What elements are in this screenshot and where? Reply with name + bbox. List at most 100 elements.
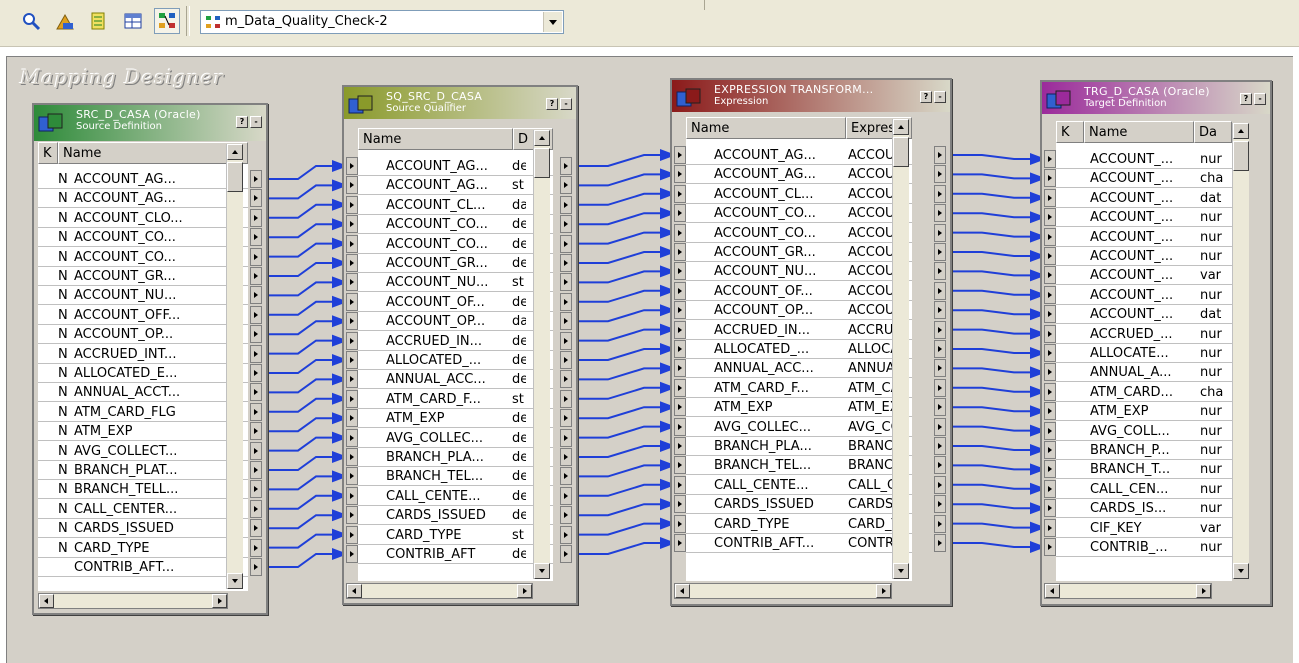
input-port-arrow-icon[interactable] [346, 195, 358, 214]
output-port-arrow-icon[interactable] [250, 402, 262, 421]
input-port-arrow-icon[interactable] [1044, 479, 1056, 498]
target-column-header-1[interactable]: Name [1084, 121, 1194, 143]
input-port-arrow-icon[interactable] [1044, 402, 1056, 421]
scroll-left-icon[interactable] [675, 584, 690, 598]
source-qualifier-vertical-scrollbar[interactable] [533, 130, 550, 579]
minimize-icon[interactable]: - [1254, 93, 1266, 105]
input-port-arrow-icon[interactable] [346, 292, 358, 311]
scroll-up-icon[interactable] [893, 119, 909, 135]
scroll-right-icon[interactable] [212, 594, 227, 608]
output-port-arrow-icon[interactable] [560, 525, 572, 544]
target-column-header-2[interactable]: Da [1194, 121, 1232, 143]
output-port-arrow-icon[interactable] [250, 344, 262, 363]
output-port-arrow-icon[interactable] [560, 157, 572, 175]
transformation-developer-button[interactable] [86, 8, 112, 34]
input-port-arrow-icon[interactable] [674, 165, 686, 184]
mapplet-designer-button[interactable] [120, 8, 146, 34]
target-designer-button[interactable] [52, 8, 78, 34]
output-port-arrow-icon[interactable] [934, 495, 946, 514]
input-port-arrow-icon[interactable] [1044, 324, 1056, 343]
output-port-arrow-icon[interactable] [560, 351, 572, 369]
help-icon[interactable]: ? [236, 116, 248, 128]
expression-titlebar[interactable]: EXPRESSION TRANSFORM... Expression? - [672, 80, 950, 112]
input-port-arrow-icon[interactable] [674, 456, 686, 475]
output-port-arrow-icon[interactable] [560, 331, 572, 350]
scroll-right-icon[interactable] [876, 584, 891, 598]
help-icon[interactable]: ? [546, 98, 558, 110]
minimize-icon[interactable]: - [934, 91, 946, 103]
scroll-down-icon[interactable] [893, 563, 909, 579]
output-port-arrow-icon[interactable] [560, 409, 572, 428]
input-port-arrow-icon[interactable] [346, 234, 358, 253]
output-port-arrow-icon[interactable] [560, 273, 572, 292]
output-port-arrow-icon[interactable] [250, 364, 262, 382]
expression-horizontal-scrollbar[interactable] [674, 583, 892, 599]
help-icon[interactable]: ? [920, 91, 932, 103]
scroll-thumb[interactable] [534, 148, 550, 178]
scroll-up-icon[interactable] [534, 130, 550, 146]
target-horizontal-scrollbar[interactable] [1044, 583, 1212, 599]
minimize-icon[interactable]: - [560, 98, 572, 110]
mapping-designer-button[interactable] [154, 8, 180, 34]
output-port-arrow-icon[interactable] [250, 189, 262, 208]
scroll-left-icon[interactable] [1045, 584, 1060, 598]
output-port-arrow-icon[interactable] [560, 176, 572, 195]
input-port-arrow-icon[interactable] [346, 351, 358, 369]
output-port-arrow-icon[interactable] [560, 486, 572, 505]
input-port-arrow-icon[interactable] [346, 467, 358, 486]
source-qualifier-horizontal-scrollbar[interactable] [346, 583, 533, 599]
output-port-arrow-icon[interactable] [934, 184, 946, 203]
output-port-arrow-icon[interactable] [250, 461, 262, 479]
scroll-left-icon[interactable] [347, 584, 362, 598]
output-port-arrow-icon[interactable] [250, 228, 262, 247]
output-port-arrow-icon[interactable] [560, 292, 572, 311]
input-port-arrow-icon[interactable] [1044, 169, 1056, 188]
input-port-arrow-icon[interactable] [674, 398, 686, 417]
output-port-arrow-icon[interactable] [560, 195, 572, 214]
input-port-arrow-icon[interactable] [346, 370, 358, 389]
output-port-arrow-icon[interactable] [934, 456, 946, 475]
source-horizontal-scrollbar[interactable] [38, 593, 228, 609]
output-port-arrow-icon[interactable] [934, 378, 946, 397]
output-port-arrow-icon[interactable] [934, 475, 946, 494]
output-port-arrow-icon[interactable] [250, 441, 262, 460]
input-port-arrow-icon[interactable] [674, 340, 686, 358]
input-port-arrow-icon[interactable] [346, 176, 358, 195]
input-port-arrow-icon[interactable] [1044, 188, 1056, 207]
output-port-arrow-icon[interactable] [560, 448, 572, 466]
scroll-right-icon[interactable] [1196, 584, 1211, 598]
input-port-arrow-icon[interactable] [674, 417, 686, 436]
output-port-arrow-icon[interactable] [250, 267, 262, 285]
input-port-arrow-icon[interactable] [1044, 285, 1056, 304]
input-port-arrow-icon[interactable] [346, 215, 358, 234]
input-port-arrow-icon[interactable] [674, 223, 686, 242]
output-port-arrow-icon[interactable] [934, 204, 946, 223]
input-port-arrow-icon[interactable] [1044, 538, 1056, 556]
input-port-arrow-icon[interactable] [1044, 150, 1056, 168]
input-port-arrow-icon[interactable] [674, 437, 686, 455]
scroll-right-icon[interactable] [517, 584, 532, 598]
output-port-arrow-icon[interactable] [560, 467, 572, 486]
expression-column-header-0[interactable]: Name [686, 117, 846, 139]
input-port-arrow-icon[interactable] [1044, 499, 1056, 518]
scroll-thumb[interactable] [1233, 141, 1249, 171]
output-port-arrow-icon[interactable] [250, 558, 262, 576]
scroll-down-icon[interactable] [534, 563, 550, 579]
scroll-thumb[interactable] [893, 137, 909, 167]
input-port-arrow-icon[interactable] [346, 389, 358, 408]
input-port-arrow-icon[interactable] [346, 254, 358, 272]
input-port-arrow-icon[interactable] [346, 448, 358, 466]
input-port-arrow-icon[interactable] [674, 243, 686, 261]
output-port-arrow-icon[interactable] [560, 545, 572, 563]
expression-vertical-scrollbar[interactable] [892, 119, 909, 579]
output-port-arrow-icon[interactable] [934, 320, 946, 339]
target-titlebar[interactable]: TRG_D_CASA (Oracle) Target Definition? - [1042, 82, 1270, 114]
output-port-arrow-icon[interactable] [934, 340, 946, 358]
input-port-arrow-icon[interactable] [346, 428, 358, 447]
input-port-arrow-icon[interactable] [674, 475, 686, 494]
output-port-arrow-icon[interactable] [560, 428, 572, 447]
output-port-arrow-icon[interactable] [250, 286, 262, 305]
input-port-arrow-icon[interactable] [674, 146, 686, 164]
input-port-arrow-icon[interactable] [1044, 382, 1056, 401]
scroll-left-icon[interactable] [39, 594, 54, 608]
